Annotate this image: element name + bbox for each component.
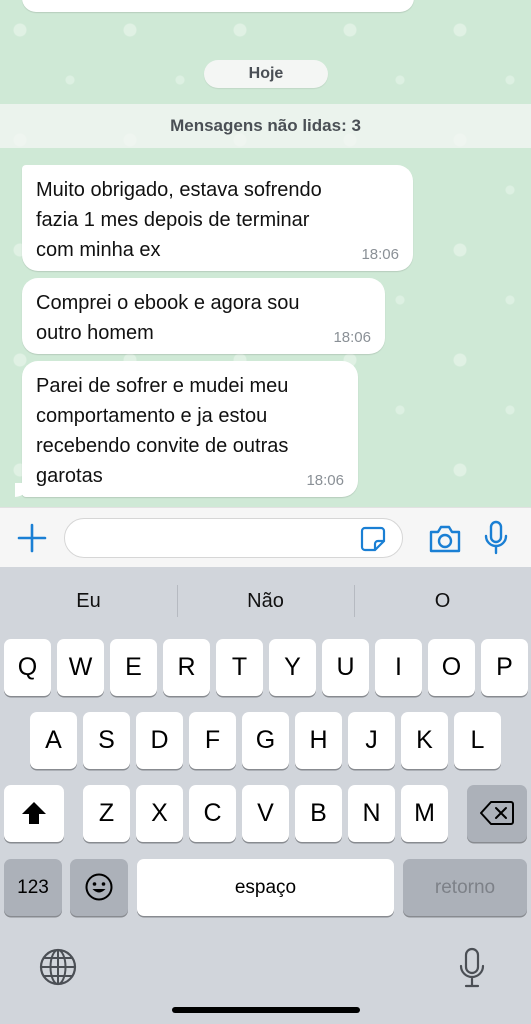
key-u[interactable]: U	[322, 639, 369, 696]
message-text: Comprei o ebook e agora sou outro homem	[36, 292, 300, 344]
key-p[interactable]: P	[481, 639, 528, 696]
key-j[interactable]: J	[348, 712, 395, 769]
message-bubble[interactable]: Comprei o ebook e agora sou outro homem …	[22, 278, 385, 354]
previous-message-bubble[interactable]	[22, 0, 414, 12]
message-input-bar	[0, 507, 531, 567]
suggestion-bar: Eu Não O	[0, 567, 531, 635]
camera-icon[interactable]	[428, 524, 462, 554]
return-key[interactable]: retorno	[403, 859, 527, 916]
key-h[interactable]: H	[295, 712, 342, 769]
key-r[interactable]: R	[163, 639, 210, 696]
emoji-icon	[85, 873, 113, 901]
message-text: Parei de sofrer e mudei meu comportament…	[36, 375, 289, 487]
shift-icon	[22, 802, 46, 824]
message-time: 18:06	[361, 246, 399, 263]
home-indicator	[172, 1007, 360, 1013]
message-bubble[interactable]: Parei de sofrer e mudei meu comportament…	[15, 361, 358, 497]
keyboard: Eu Não O Q W E R T Y U I O P A S D F G H…	[0, 567, 531, 1024]
key-b[interactable]: B	[295, 785, 342, 842]
suggestion-item[interactable]: Não	[177, 567, 354, 635]
suggestion-item[interactable]: O	[354, 567, 531, 635]
date-separator: Hoje	[204, 60, 328, 88]
key-z[interactable]: Z	[83, 785, 130, 842]
unread-messages-banner: Mensagens não lidas: 3	[0, 104, 531, 148]
key-o[interactable]: O	[428, 639, 475, 696]
key-w[interactable]: W	[57, 639, 104, 696]
message-bubble[interactable]: Muito obrigado, estava sofrendo fazia 1 …	[22, 165, 413, 271]
message-time: 18:06	[333, 329, 371, 346]
key-k[interactable]: K	[401, 712, 448, 769]
message-input[interactable]	[64, 518, 403, 558]
key-y[interactable]: Y	[269, 639, 316, 696]
key-f[interactable]: F	[189, 712, 236, 769]
microphone-icon[interactable]	[484, 520, 508, 556]
key-n[interactable]: N	[348, 785, 395, 842]
key-g[interactable]: G	[242, 712, 289, 769]
suggestion-item[interactable]: Eu	[0, 567, 177, 635]
key-l[interactable]: L	[454, 712, 501, 769]
emoji-key[interactable]	[70, 859, 128, 916]
space-key[interactable]: espaço	[137, 859, 394, 916]
message-time: 18:06	[306, 472, 344, 489]
globe-icon[interactable]	[38, 947, 78, 987]
key-x[interactable]: X	[136, 785, 183, 842]
key-d[interactable]: D	[136, 712, 183, 769]
backspace-key[interactable]	[467, 785, 527, 842]
sticker-icon[interactable]	[360, 526, 386, 552]
key-c[interactable]: C	[189, 785, 236, 842]
key-m[interactable]: M	[401, 785, 448, 842]
plus-icon[interactable]	[16, 522, 48, 554]
key-v[interactable]: V	[242, 785, 289, 842]
dictation-mic-icon[interactable]	[458, 947, 486, 989]
key-a[interactable]: A	[30, 712, 77, 769]
key-e[interactable]: E	[110, 639, 157, 696]
key-q[interactable]: Q	[4, 639, 51, 696]
key-i[interactable]: I	[375, 639, 422, 696]
message-text: Muito obrigado, estava sofrendo fazia 1 …	[36, 179, 322, 261]
shift-key[interactable]	[4, 785, 64, 842]
key-s[interactable]: S	[83, 712, 130, 769]
numbers-key[interactable]: 123	[4, 859, 62, 916]
backspace-icon	[480, 801, 514, 825]
chat-area: Hoje Mensagens não lidas: 3 Muito obriga…	[0, 0, 531, 507]
key-t[interactable]: T	[216, 639, 263, 696]
